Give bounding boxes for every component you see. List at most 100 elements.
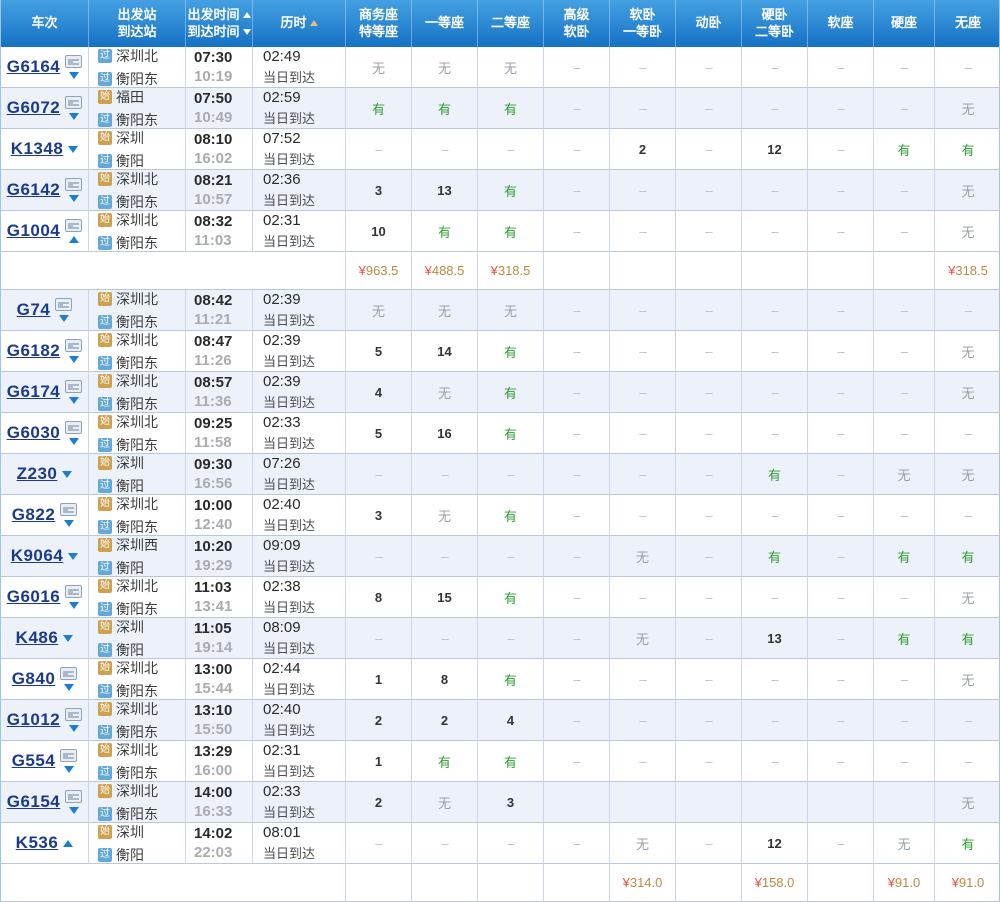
- seat-na-label: –: [705, 631, 711, 646]
- seat-cell-motor-sleeper: –: [676, 659, 742, 700]
- column-header-soft-seat: 软座: [808, 0, 874, 47]
- seat-cell-motor-sleeper: –: [676, 211, 742, 252]
- expand-arrow-icon[interactable]: [64, 684, 74, 691]
- duration-value: 02:39: [263, 332, 301, 349]
- duration-value: 02:33: [263, 783, 301, 800]
- id-card-icon: [65, 219, 82, 232]
- stations-cell: 始深圳北过衡阳东: [89, 741, 186, 782]
- seat-na-label: –: [705, 754, 711, 769]
- train-number-link[interactable]: G1004: [7, 221, 61, 241]
- seat-na-label: –: [837, 101, 843, 116]
- expand-arrow-icon[interactable]: [64, 520, 74, 527]
- seat-cell-soft-sleeper: –: [610, 741, 676, 782]
- departure-time: 08:32: [194, 213, 232, 230]
- duration-cell: 07:26当日到达: [253, 454, 346, 495]
- price-value: ¥318.5: [491, 263, 531, 278]
- collapse-arrow-icon[interactable]: [69, 236, 79, 243]
- seat-na-label: –: [771, 183, 777, 198]
- stations-cell: 始深圳北过衡阳东: [89, 372, 186, 413]
- seat-cell-motor-sleeper: [676, 782, 742, 823]
- seat-cell-no-seat: 无: [935, 782, 1000, 823]
- seat-count-label: 4: [507, 713, 514, 728]
- expand-arrow-icon[interactable]: [69, 397, 79, 404]
- seat-cell-soft-seat: –: [808, 823, 874, 864]
- origin-station-badge: 始: [98, 538, 112, 552]
- seat-cell-business-seat: –: [346, 823, 412, 864]
- expand-arrow-icon[interactable]: [68, 146, 78, 153]
- train-number-link[interactable]: G6016: [7, 587, 61, 607]
- train-number-link[interactable]: G6154: [7, 792, 61, 812]
- train-number-link[interactable]: Z230: [17, 464, 58, 484]
- price-cell-premium-soft-sleeper: [544, 252, 610, 290]
- expand-arrow-icon[interactable]: [69, 356, 79, 363]
- seat-na-label: –: [573, 426, 579, 441]
- times-cell: 09:2511:58: [186, 413, 253, 454]
- expand-arrow-icon[interactable]: [69, 72, 79, 79]
- expand-arrow-icon[interactable]: [63, 635, 73, 642]
- departure-station-name: 深圳北: [116, 659, 158, 678]
- train-number-link[interactable]: G6142: [7, 180, 61, 200]
- pass-station-badge: 过: [98, 113, 112, 127]
- train-number-cell: G6154: [1, 782, 89, 823]
- times-cell: 08:4211:21: [186, 290, 253, 331]
- seat-available-label: 有: [438, 222, 451, 241]
- train-number-link[interactable]: G6174: [7, 382, 61, 402]
- expand-arrow-icon[interactable]: [64, 766, 74, 773]
- seat-cell-no-seat: 无: [935, 331, 1000, 372]
- train-number-link[interactable]: G6182: [7, 341, 61, 361]
- train-number-link[interactable]: K1348: [11, 139, 64, 159]
- price-row-lead-cell: [1, 252, 346, 290]
- seat-soldout-label: 无: [961, 588, 974, 607]
- expand-arrow-icon[interactable]: [69, 725, 79, 732]
- seat-na-label: –: [901, 590, 907, 605]
- seat-soldout-label: 无: [961, 383, 974, 402]
- price-cell-soft-sleeper: ¥314.0: [610, 864, 676, 902]
- train-number-link[interactable]: G6030: [7, 423, 61, 443]
- expand-arrow-icon[interactable]: [68, 553, 78, 560]
- train-row: G554始深圳北过衡阳东13:2916:0002:31当日到达1有有––––––…: [1, 741, 999, 782]
- collapse-arrow-icon[interactable]: [63, 840, 73, 847]
- seat-na-label: –: [639, 590, 645, 605]
- seat-na-label: –: [837, 713, 843, 728]
- arrival-station-name: 衡阳东: [116, 804, 158, 824]
- train-number-link[interactable]: K9064: [11, 546, 64, 566]
- expand-arrow-icon[interactable]: [59, 315, 69, 322]
- seat-cell-premium-soft-sleeper: –: [544, 47, 610, 88]
- expand-arrow-icon[interactable]: [69, 195, 79, 202]
- seat-na-label: –: [771, 672, 777, 687]
- expand-arrow-icon[interactable]: [62, 471, 72, 478]
- train-number-link[interactable]: K486: [16, 628, 59, 648]
- train-number-link[interactable]: G554: [12, 751, 56, 771]
- train-number-link[interactable]: G822: [12, 505, 56, 525]
- seat-na-label: –: [639, 426, 645, 441]
- seat-count-label: 4: [375, 385, 382, 400]
- seat-na-label: –: [573, 836, 579, 851]
- train-number-link[interactable]: G6072: [7, 98, 61, 118]
- column-header-label: 软卧: [563, 24, 589, 41]
- times-cell: 10:2019:29: [186, 536, 253, 577]
- arrival-station-name: 衡阳东: [116, 599, 158, 619]
- origin-station-badge: 始: [98, 172, 112, 186]
- column-header-duration[interactable]: 历时: [253, 0, 346, 47]
- arrival-station-name: 衡阳: [116, 845, 144, 865]
- duration-cell: 02:33当日到达: [253, 782, 346, 823]
- sort-asc-icon: [243, 12, 251, 18]
- train-number-link[interactable]: K536: [16, 833, 59, 853]
- column-header-times[interactable]: 出发时间到达时间: [186, 0, 253, 47]
- seat-cell-soft-sleeper: –: [610, 211, 676, 252]
- seat-cell-first-class: 无: [412, 47, 478, 88]
- seat-na-label: –: [573, 754, 579, 769]
- seat-cell-motor-sleeper: –: [676, 290, 742, 331]
- train-number-link[interactable]: G6164: [7, 57, 61, 77]
- expand-arrow-icon[interactable]: [69, 113, 79, 120]
- expand-arrow-icon[interactable]: [69, 438, 79, 445]
- seat-count-label: 13: [767, 631, 781, 646]
- train-number-link[interactable]: G840: [12, 669, 56, 689]
- expand-arrow-icon[interactable]: [69, 602, 79, 609]
- train-number-link[interactable]: G1012: [7, 710, 61, 730]
- column-header-label: 二等座: [491, 15, 530, 32]
- train-number-link[interactable]: G74: [17, 300, 51, 320]
- expand-arrow-icon[interactable]: [69, 807, 79, 814]
- seat-na-label: –: [771, 60, 777, 75]
- duration-value: 02:31: [263, 212, 301, 229]
